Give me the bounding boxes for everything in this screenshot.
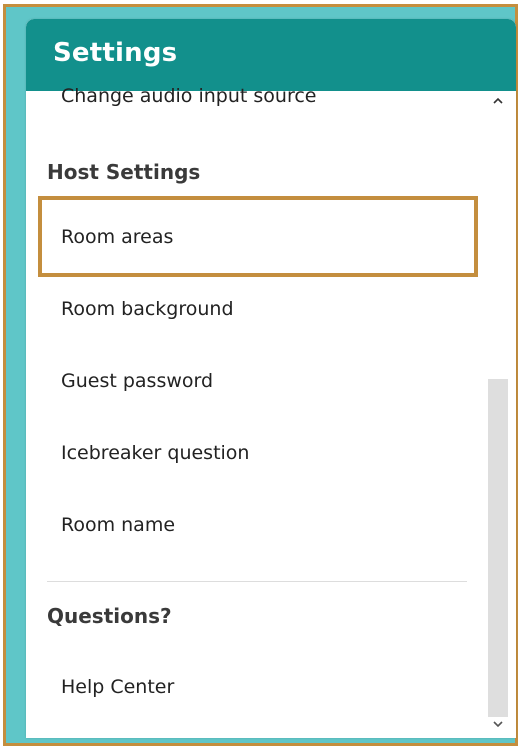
- settings-list[interactable]: Change audio input source Host Settings …: [26, 85, 484, 738]
- questions-heading: Questions?: [47, 604, 172, 628]
- icebreaker-question-item[interactable]: Icebreaker question: [39, 421, 479, 489]
- change-audio-input-item[interactable]: Change audio input source: [39, 85, 479, 125]
- section-divider: [47, 581, 467, 582]
- settings-title: Settings: [53, 38, 178, 68]
- guest-password-label: Guest password: [61, 370, 214, 392]
- icebreaker-question-label: Icebreaker question: [61, 442, 250, 464]
- room-name-item[interactable]: Room name: [39, 493, 479, 561]
- room-name-label: Room name: [61, 514, 176, 536]
- room-background-item[interactable]: Room background: [39, 277, 479, 345]
- host-settings-heading: Host Settings: [47, 160, 201, 184]
- room-areas-item[interactable]: Room areas: [39, 205, 479, 273]
- settings-panel: Settings Change audio input source Host …: [26, 19, 516, 738]
- room-areas-label: Room areas: [61, 226, 174, 248]
- scrollbar-thumb[interactable]: [488, 379, 508, 717]
- chevron-up-icon[interactable]: [490, 95, 506, 111]
- help-center-label: Help Center: [61, 676, 175, 698]
- settings-header: Settings: [26, 19, 516, 91]
- change-audio-input-label: Change audio input source: [61, 85, 317, 107]
- guest-password-item[interactable]: Guest password: [39, 349, 479, 417]
- chevron-up-icon-svg: [493, 97, 503, 104]
- chevron-down-icon[interactable]: [490, 718, 506, 734]
- room-background-label: Room background: [61, 298, 234, 320]
- chevron-down-icon-svg: [493, 721, 503, 728]
- help-center-item[interactable]: Help Center: [39, 655, 479, 723]
- scrollbar[interactable]: [486, 91, 512, 738]
